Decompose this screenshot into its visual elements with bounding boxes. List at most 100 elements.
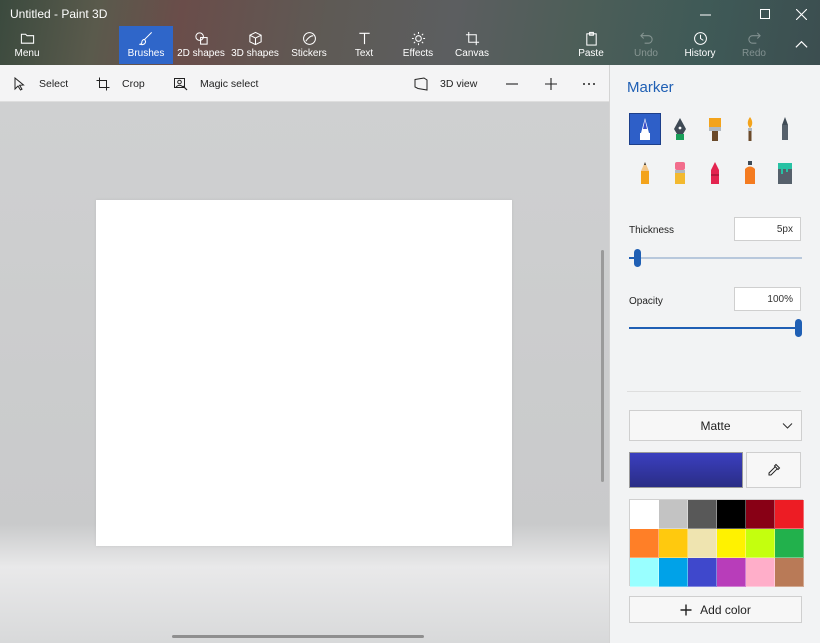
spray-can-icon — [739, 160, 761, 186]
canvas-workspace[interactable] — [0, 102, 609, 643]
sun-icon — [411, 31, 426, 46]
thickness-slider-thumb[interactable] — [634, 249, 641, 267]
color-swatch[interactable] — [688, 558, 717, 587]
paste-label: Paste — [578, 48, 604, 59]
opacity-slider-thumb[interactable] — [795, 319, 802, 337]
tab-canvas-label: Canvas — [455, 48, 489, 59]
color-swatch[interactable] — [688, 529, 717, 558]
minimize-button[interactable] — [682, 0, 728, 28]
redo-button[interactable]: Redo — [734, 26, 774, 64]
brush-crayon[interactable] — [699, 157, 731, 189]
color-swatch[interactable] — [659, 500, 688, 529]
3d-cube-icon — [248, 31, 263, 46]
redo-icon — [747, 31, 762, 46]
brush-eraser[interactable] — [664, 157, 696, 189]
zoom-in-button[interactable] — [544, 65, 558, 102]
color-swatch[interactable] — [746, 529, 775, 558]
tab-3d-shapes[interactable]: 3D shapes — [230, 26, 280, 64]
color-swatch[interactable] — [775, 500, 804, 529]
thickness-label: Thickness — [629, 225, 674, 236]
zoom-out-button[interactable] — [505, 65, 519, 102]
horizontal-scrollbar[interactable] — [172, 635, 424, 638]
tab-stickers[interactable]: Stickers — [287, 26, 331, 64]
tab-text[interactable]: Text — [344, 26, 384, 64]
text-icon — [357, 31, 372, 46]
tab-stickers-label: Stickers — [291, 48, 327, 59]
eyedropper-button[interactable] — [746, 452, 801, 488]
chevron-down-icon — [782, 420, 793, 431]
opacity-input[interactable]: 100% — [734, 287, 801, 311]
drawing-canvas[interactable] — [96, 200, 512, 546]
color-swatch[interactable] — [630, 500, 659, 529]
plus-icon — [544, 77, 558, 91]
2d-shapes-icon — [194, 31, 209, 46]
marker-icon — [634, 116, 656, 142]
color-swatch[interactable] — [659, 558, 688, 587]
color-swatch[interactable] — [717, 529, 746, 558]
brush-calligraphy-pen[interactable] — [664, 113, 696, 145]
watercolor-icon — [739, 116, 761, 142]
brush-fill-bucket[interactable] — [769, 157, 801, 189]
canvas-icon — [465, 31, 480, 46]
window-title: Untitled - Paint 3D — [10, 7, 107, 21]
select-button[interactable]: Select — [13, 65, 68, 102]
tab-3d-shapes-label: 3D shapes — [231, 48, 279, 59]
tab-effects[interactable]: Effects — [398, 26, 438, 64]
color-swatch[interactable] — [746, 500, 775, 529]
finish-dropdown[interactable]: Matte — [629, 410, 802, 441]
history-button[interactable]: History — [680, 26, 720, 64]
tab-text-label: Text — [355, 48, 373, 59]
3d-view-icon — [414, 77, 428, 91]
opacity-label: Opacity — [629, 296, 663, 307]
paste-button[interactable]: Paste — [571, 26, 611, 64]
select-label: Select — [39, 78, 68, 90]
color-swatch[interactable] — [775, 558, 804, 587]
menu-label: Menu — [14, 48, 39, 59]
color-palette — [629, 499, 803, 586]
color-swatch[interactable] — [717, 500, 746, 529]
thickness-slider-track[interactable] — [629, 257, 802, 259]
thickness-input[interactable]: 5px — [734, 217, 801, 241]
brush-spray-can[interactable] — [734, 157, 766, 189]
color-swatch[interactable] — [746, 558, 775, 587]
tab-canvas[interactable]: Canvas — [452, 26, 492, 64]
folder-icon — [20, 31, 35, 46]
canvas-toolbar: Select Crop Magic select 3D view — [0, 65, 609, 102]
undo-button[interactable]: Undo — [626, 26, 666, 64]
crop-button[interactable]: Crop — [96, 65, 145, 102]
maximize-icon — [760, 9, 771, 20]
current-color-swatch[interactable] — [629, 452, 743, 488]
brush-pencil[interactable] — [629, 157, 661, 189]
color-swatch[interactable] — [630, 558, 659, 587]
ribbon: Untitled - Paint 3D Menu Brushes 2D shap… — [0, 0, 820, 65]
brush-oil[interactable] — [699, 113, 731, 145]
color-swatch[interactable] — [630, 529, 659, 558]
brush-watercolor[interactable] — [734, 113, 766, 145]
chevron-up-icon — [794, 37, 809, 52]
undo-label: Undo — [634, 48, 658, 59]
crayon-icon — [704, 160, 726, 186]
fill-bucket-icon — [774, 160, 796, 186]
close-icon — [796, 9, 807, 20]
brush-panel: Marker Thickness 5px Opacity 100% — [609, 65, 820, 643]
sticker-icon — [302, 31, 317, 46]
plus-icon — [680, 604, 692, 616]
vertical-scrollbar[interactable] — [601, 250, 604, 482]
color-swatch[interactable] — [775, 529, 804, 558]
tab-brushes[interactable]: Brushes — [119, 26, 173, 64]
tab-2d-shapes[interactable]: 2D shapes — [176, 26, 226, 64]
brush-pixel-pen[interactable] — [769, 113, 801, 145]
tab-effects-label: Effects — [403, 48, 433, 59]
add-color-button[interactable]: Add color — [629, 596, 802, 623]
menu-button[interactable]: Menu — [4, 26, 50, 64]
3d-view-button[interactable]: 3D view — [414, 65, 477, 102]
color-swatch[interactable] — [688, 500, 717, 529]
close-button[interactable] — [778, 0, 820, 28]
magic-select-icon — [174, 77, 188, 91]
collapse-ribbon-button[interactable] — [786, 26, 816, 64]
more-options-button[interactable] — [582, 65, 596, 102]
color-swatch[interactable] — [659, 529, 688, 558]
brush-marker[interactable] — [629, 113, 661, 145]
magic-select-button[interactable]: Magic select — [174, 65, 258, 102]
color-swatch[interactable] — [717, 558, 746, 587]
